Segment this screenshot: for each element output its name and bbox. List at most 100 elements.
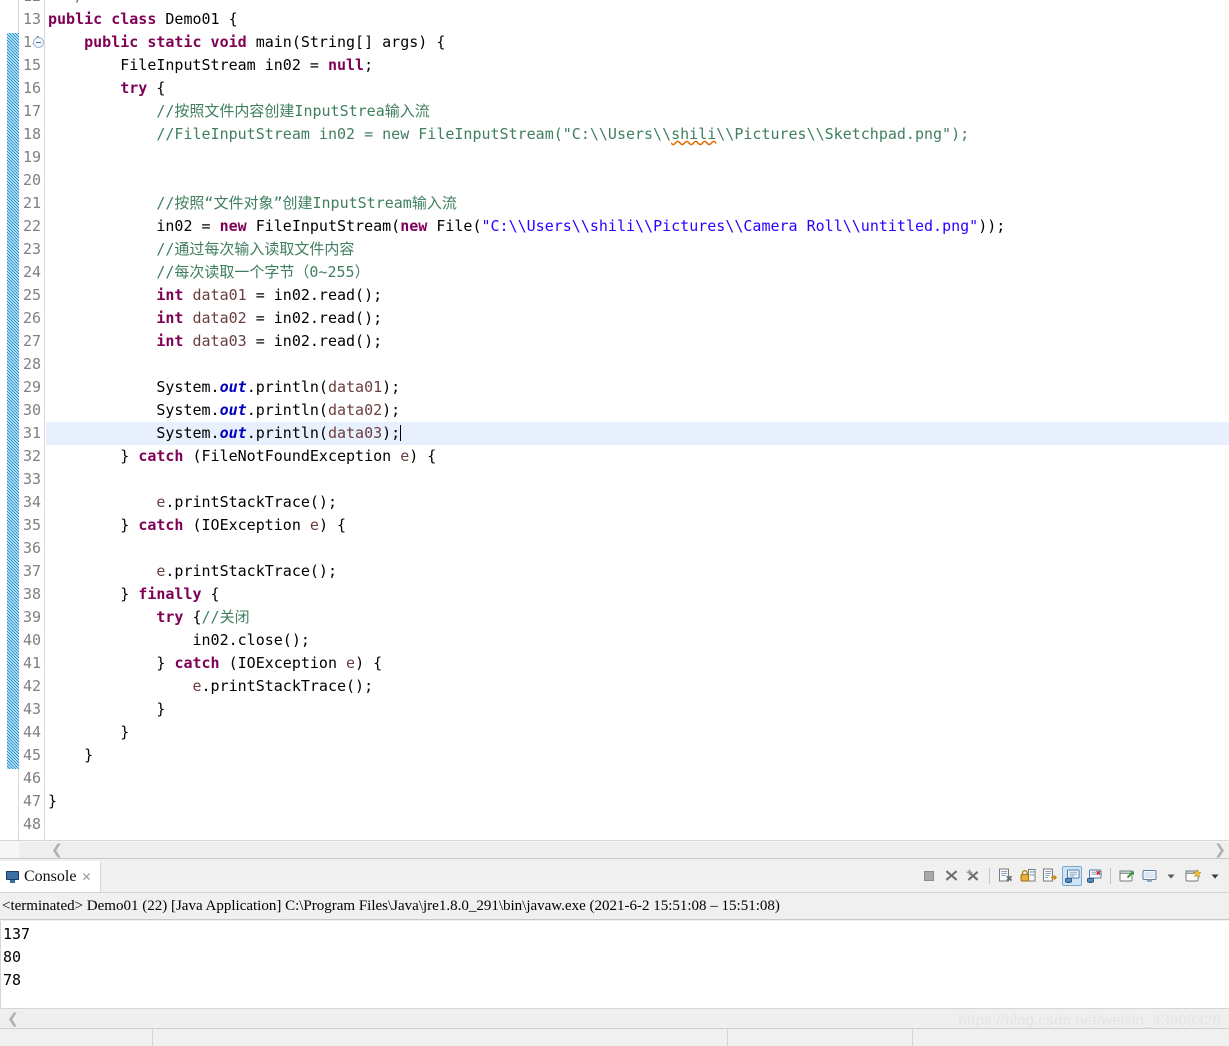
code-line[interactable] bbox=[46, 353, 1229, 376]
code-line[interactable]: //FileInputStream in02 = new FileInputSt… bbox=[46, 123, 1229, 146]
code-line[interactable] bbox=[46, 537, 1229, 560]
line-number: 32 bbox=[22, 447, 41, 465]
code-line[interactable]: //通过每次输入读取文件内容 bbox=[46, 238, 1229, 261]
status-cell-1 bbox=[0, 1029, 152, 1046]
scroll-lock-button[interactable] bbox=[1018, 866, 1038, 886]
line-number: 47 bbox=[22, 792, 41, 810]
tab-console[interactable]: Console ✕ bbox=[0, 861, 101, 892]
line-number: 23 bbox=[22, 240, 41, 258]
code-line[interactable]: e.printStackTrace(); bbox=[46, 560, 1229, 583]
console-toolbar[interactable] bbox=[919, 859, 1225, 892]
code-token: //每次读取一个字节（0~255） bbox=[48, 263, 370, 281]
code-line[interactable]: System.out.println(data01); bbox=[46, 376, 1229, 399]
code-line[interactable]: } catch (IOException e) { bbox=[46, 514, 1229, 537]
code-token: data01 bbox=[327, 378, 383, 396]
code-token: } bbox=[48, 585, 139, 603]
fold-collapse-icon[interactable] bbox=[33, 37, 44, 48]
editor-horizontal-scrollbar[interactable]: ❮ ❯ bbox=[0, 840, 1229, 858]
console-output[interactable]: 137 80 78 bbox=[0, 921, 1229, 1009]
code-token: public class bbox=[48, 10, 166, 28]
code-token: System. bbox=[48, 378, 220, 396]
line-number: 19 bbox=[22, 148, 41, 166]
code-line[interactable] bbox=[46, 468, 1229, 491]
code-line[interactable]: try { bbox=[46, 77, 1229, 100]
console-view[interactable]: Console ✕ <terminated> Demo01 (22) [Java… bbox=[0, 858, 1229, 1029]
open-console-button[interactable] bbox=[1117, 866, 1137, 886]
editor-scroll-left-arrow[interactable]: ❮ bbox=[48, 841, 66, 858]
code-line[interactable]: } bbox=[46, 744, 1229, 767]
editor-text-area[interactable]: 1213141516171819202122232425262728293031… bbox=[0, 0, 1229, 840]
code-line[interactable]: public class Demo01 { bbox=[46, 8, 1229, 31]
source-code[interactable]: */ public class Demo01 { public static vo… bbox=[46, 0, 1229, 840]
code-line[interactable]: System.out.println(data03); bbox=[46, 422, 1229, 445]
code-line[interactable]: int data03 = in02.read(); bbox=[46, 330, 1229, 353]
code-line[interactable]: in02 = new FileInputStream(new File("C:\… bbox=[46, 215, 1229, 238]
code-token: //关闭 bbox=[201, 608, 250, 626]
line-number: 26 bbox=[22, 309, 41, 327]
code-token: = in02.read(); bbox=[246, 286, 383, 304]
code-token: } bbox=[48, 792, 58, 810]
code-line[interactable]: } catch (FileNotFoundException e) { bbox=[46, 445, 1229, 468]
code-token: FileInputStream in02 = bbox=[48, 56, 328, 74]
code-line[interactable]: public static void main(String[] args) { bbox=[46, 31, 1229, 54]
show-console-dropdown[interactable] bbox=[1161, 866, 1181, 886]
line-number: 16 bbox=[22, 79, 41, 97]
pin-console-button[interactable] bbox=[1062, 865, 1082, 886]
clear-console-button[interactable] bbox=[996, 866, 1016, 886]
code-token: e bbox=[400, 447, 410, 465]
code-token: } bbox=[48, 654, 175, 672]
line-number: 12 bbox=[23, 0, 41, 8]
console-horizontal-scrollbar[interactable]: ❮ https://blog.csdn.net/weixin_43908328 bbox=[0, 1008, 1229, 1029]
code-line[interactable]: } finally { bbox=[46, 583, 1229, 606]
code-line[interactable]: } bbox=[46, 790, 1229, 813]
editor-scroll-trough[interactable] bbox=[19, 842, 1229, 858]
line-number: 15 bbox=[22, 56, 41, 74]
code-line[interactable]: try {//关闭 bbox=[46, 606, 1229, 629]
code-line[interactable]: System.out.println(data02); bbox=[46, 399, 1229, 422]
java-editor[interactable]: 1213141516171819202122232425262728293031… bbox=[0, 0, 1229, 858]
show-console-view-button[interactable] bbox=[1139, 866, 1159, 886]
line-number: 36 bbox=[22, 539, 41, 557]
eclipse-workbench: 1213141516171819202122232425262728293031… bbox=[0, 0, 1229, 1046]
view-menu-dropdown[interactable] bbox=[1205, 866, 1225, 886]
code-line[interactable]: in02.close(); bbox=[46, 629, 1229, 652]
code-token: finally bbox=[138, 585, 202, 603]
code-line[interactable]: e.printStackTrace(); bbox=[46, 491, 1229, 514]
code-line[interactable]: //按照“文件对象”创建InputStream输入流 bbox=[46, 192, 1229, 215]
code-line[interactable] bbox=[46, 146, 1229, 169]
code-line[interactable]: int data02 = in02.read(); bbox=[46, 307, 1229, 330]
console-scroll-left-arrow[interactable]: ❮ bbox=[4, 1010, 22, 1027]
code-token: ); bbox=[382, 401, 401, 419]
console-tab-bar: Console ✕ bbox=[0, 859, 1229, 893]
terminate-button[interactable] bbox=[919, 866, 939, 886]
code-line[interactable]: */ bbox=[46, 0, 1229, 8]
code-token: Demo01 { bbox=[165, 10, 238, 28]
code-token: \\Pictures\\Sketchpad.png"); bbox=[716, 125, 970, 143]
code-line[interactable] bbox=[46, 767, 1229, 790]
code-line[interactable]: } bbox=[46, 721, 1229, 744]
word-wrap-button[interactable] bbox=[1040, 866, 1060, 886]
display-selected-console-button[interactable] bbox=[1084, 866, 1104, 886]
remove-launch-button[interactable] bbox=[941, 866, 961, 886]
code-token: data01 bbox=[192, 286, 247, 304]
code-line[interactable]: e.printStackTrace(); bbox=[46, 675, 1229, 698]
close-icon[interactable]: ✕ bbox=[81, 870, 91, 884]
code-line[interactable]: //每次读取一个字节（0~255） bbox=[46, 261, 1229, 284]
new-console-view-button[interactable] bbox=[1183, 866, 1203, 886]
code-token: int bbox=[156, 286, 184, 304]
editor-folding-column[interactable] bbox=[0, 0, 19, 840]
code-line[interactable] bbox=[46, 169, 1229, 192]
code-line[interactable]: } bbox=[46, 698, 1229, 721]
code-token: File( bbox=[427, 217, 482, 235]
code-line[interactable]: FileInputStream in02 = null; bbox=[46, 54, 1229, 77]
code-line[interactable]: } catch (IOException e) { bbox=[46, 652, 1229, 675]
watermark: https://blog.csdn.net/weixin_43908328 bbox=[958, 1012, 1221, 1029]
code-line[interactable]: int data01 = in02.read(); bbox=[46, 284, 1229, 307]
remove-all-terminated-button[interactable] bbox=[963, 866, 983, 886]
code-line[interactable] bbox=[46, 813, 1229, 836]
code-line[interactable]: //按照文件内容创建InputStrea输入流 bbox=[46, 100, 1229, 123]
editor-scroll-right-arrow[interactable]: ❯ bbox=[1211, 841, 1229, 858]
